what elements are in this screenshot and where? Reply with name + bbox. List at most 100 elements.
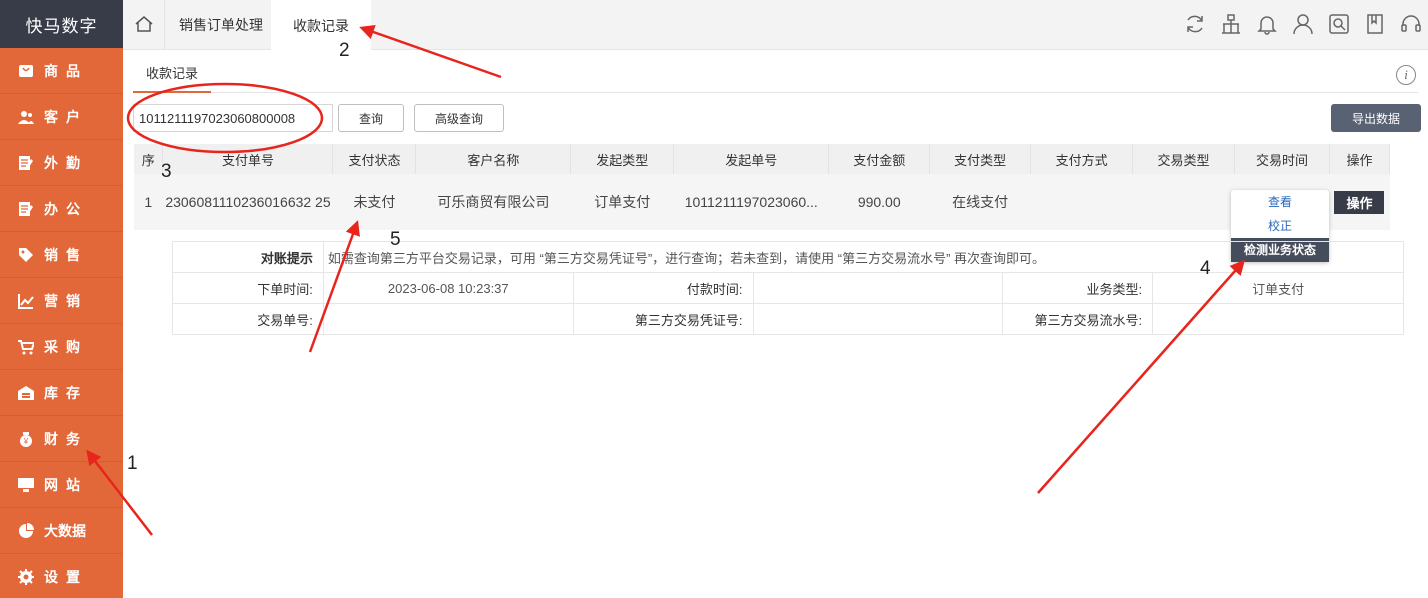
sidebar-item-label: 商品	[44, 62, 88, 79]
cell-op: 操作	[1329, 174, 1391, 230]
tip-text: 如需查询第三方平台交易记录，可用 “第三方交易凭证号”，进行查询；若未查到，请使…	[322, 241, 1405, 273]
info-icon[interactable]: i	[1396, 65, 1416, 85]
ledger-icon	[18, 201, 34, 217]
trade-no-label: 交易单号:	[172, 303, 324, 335]
cell-origin-type: 订单支付	[570, 174, 675, 230]
org-icon[interactable]	[1220, 12, 1242, 36]
ledger-icon	[18, 155, 34, 171]
sidebar-item-label: 营销	[44, 292, 88, 309]
sidebar-item-sales[interactable]: 销售	[0, 232, 123, 278]
sidebar-item-label: 财务	[44, 430, 88, 447]
sidebar-item-label: 设置	[44, 568, 88, 585]
voucher-label: 第三方交易凭证号:	[572, 303, 754, 335]
sidebar-item-label: 办公	[44, 200, 88, 217]
col-header: 交易类型	[1132, 144, 1236, 174]
sidebar-item-bigdata[interactable]: 大数据	[0, 508, 123, 554]
subtab-payment-records[interactable]: 收款记录	[133, 63, 211, 93]
user-icon[interactable]	[1292, 12, 1314, 36]
sidebar-item-label: 库存	[44, 384, 88, 401]
col-header: 发起类型	[570, 144, 675, 174]
pay-time-label: 付款时间:	[572, 272, 754, 304]
cell-pay-type: 在线支付	[929, 174, 1032, 230]
sidebar-item-label: 销售	[44, 246, 88, 263]
sub-tabbar: 收款记录 i	[133, 63, 1418, 93]
col-header: 操作	[1329, 144, 1391, 174]
search-box-icon[interactable]	[1328, 12, 1350, 36]
voucher-value	[752, 303, 1004, 335]
svg-text:¥: ¥	[23, 437, 29, 446]
pay-time-value	[752, 272, 1004, 304]
query-button[interactable]: 查询	[338, 104, 404, 132]
sidebar-item-label: 大数据	[44, 522, 86, 539]
cell-pay-method	[1030, 174, 1134, 230]
app-root: 快马数字 商品 客户 外勤 办公 销售 营销 采购 库存 ¥ 财务 网站 大数据…	[0, 0, 1428, 598]
sidebar-item-marketing[interactable]: 营销	[0, 278, 123, 324]
warehouse-icon	[18, 385, 34, 401]
cell-status: 未支付	[332, 174, 417, 230]
col-header: 交易时间	[1234, 144, 1330, 174]
menu-item-view[interactable]: 查看	[1231, 190, 1329, 214]
sidebar: 快马数字 商品 客户 外勤 办公 销售 营销 采购 库存 ¥ 财务 网站 大数据…	[0, 0, 123, 598]
cell-seq: 1	[134, 174, 164, 230]
advanced-query-button[interactable]: 高级查询	[414, 104, 504, 132]
sidebar-item-label: 外勤	[44, 154, 88, 171]
col-header: 支付金额	[828, 144, 931, 174]
export-button[interactable]: 导出数据	[1331, 104, 1421, 132]
sidebar-item-purchase[interactable]: 采购	[0, 324, 123, 370]
gear-icon	[18, 568, 34, 585]
biz-type-value: 订单支付	[1152, 272, 1404, 304]
tab-sales-order[interactable]: 销售订单处理	[165, 0, 277, 50]
col-header: 发起单号	[673, 144, 830, 174]
refresh-icon[interactable]	[1184, 12, 1206, 36]
sidebar-item-label: 客户	[44, 108, 88, 125]
detail-row: 交易单号: 第三方交易凭证号: 第三方交易流水号:	[172, 303, 1404, 335]
bell-icon[interactable]	[1256, 12, 1278, 36]
col-header: 支付状态	[332, 144, 417, 174]
order-time-label: 下单时间:	[172, 272, 324, 304]
sidebar-item-label: 网站	[44, 476, 88, 493]
headset-icon[interactable]	[1400, 12, 1422, 36]
chart-icon	[18, 293, 34, 309]
col-header: 客户名称	[415, 144, 572, 174]
bag-icon	[18, 63, 34, 79]
trade-no-value	[322, 303, 574, 335]
sidebar-item-inventory[interactable]: 库存	[0, 370, 123, 416]
top-tabbar: 销售订单处理 收款记录	[123, 0, 1428, 51]
annotation-number-1: 1	[127, 453, 138, 474]
tab-payment-records[interactable]: 收款记录	[271, 0, 371, 51]
annotation-number-5: 5	[390, 229, 401, 250]
cell-customer: 可乐商贸有限公司	[415, 174, 572, 230]
records-table: 序 支付单号 支付状态 客户名称 发起类型 发起单号 支付金额 支付类型 支付方…	[134, 144, 1391, 230]
main-content: 收款记录 i 查询 高级查询 导出数据 序 支付单号 支付状态 客户名称 发起类…	[123, 51, 1428, 598]
col-header: 序	[134, 144, 164, 174]
col-header: 支付类型	[929, 144, 1032, 174]
col-header: 支付方式	[1030, 144, 1134, 174]
cell-pay-no[interactable]: 2306081110236016632 25	[162, 174, 334, 230]
search-input[interactable]	[133, 104, 333, 132]
money-bag-icon: ¥	[18, 431, 34, 447]
biz-type-label: 业务类型:	[1002, 272, 1154, 304]
sidebar-item-settings[interactable]: 设置	[0, 554, 123, 598]
annotation-number-2: 2	[339, 40, 350, 61]
sidebar-item-customers[interactable]: 客户	[0, 94, 123, 140]
book-icon[interactable]	[1364, 12, 1386, 36]
sidebar-item-finance[interactable]: ¥ 财务	[0, 416, 123, 462]
cell-amount: 990.00	[828, 174, 931, 230]
col-header: 支付单号	[162, 144, 334, 174]
pie-icon	[18, 522, 34, 539]
sidebar-item-office[interactable]: 办公	[0, 186, 123, 232]
sidebar-item-goods[interactable]: 商品	[0, 48, 123, 94]
sidebar-item-field[interactable]: 外勤	[0, 140, 123, 186]
table-row[interactable]: 1 2306081110236016632 25 未支付 可乐商贸有限公司 订单…	[134, 174, 1391, 230]
serial-label: 第三方交易流水号:	[1002, 303, 1154, 335]
sidebar-item-label: 采购	[44, 338, 88, 355]
annotation-number-3: 3	[161, 161, 172, 182]
detail-panel: 对账提示 如需查询第三方平台交易记录，可用 “第三方交易凭证号”，进行查询；若未…	[172, 241, 1405, 335]
app-logo: 快马数字	[0, 0, 123, 48]
operation-button[interactable]: 操作	[1334, 190, 1385, 214]
home-tab[interactable]	[123, 0, 165, 50]
menu-item-correct[interactable]: 校正	[1231, 214, 1329, 238]
cell-origin-no[interactable]: 1011211197023060...	[673, 174, 830, 230]
sidebar-item-website[interactable]: 网站	[0, 462, 123, 508]
tip-row: 对账提示 如需查询第三方平台交易记录，可用 “第三方交易凭证号”，进行查询；若未…	[172, 241, 1405, 273]
